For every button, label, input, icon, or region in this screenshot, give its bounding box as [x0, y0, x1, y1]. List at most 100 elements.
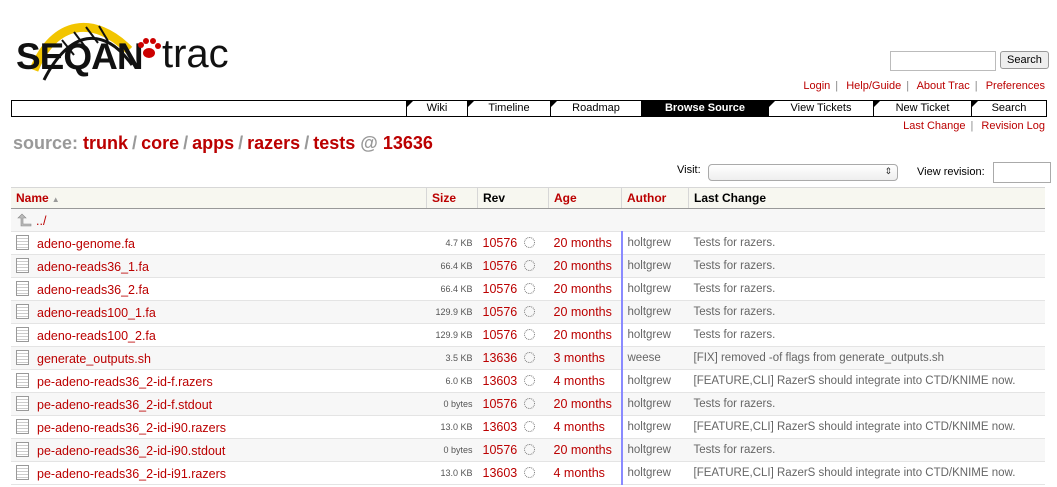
view-changeset-icon[interactable] [524, 421, 536, 432]
nav-timeline[interactable]: Timeline [467, 101, 550, 116]
view-changeset-icon[interactable] [524, 260, 536, 271]
view-changeset-icon[interactable] [524, 444, 536, 455]
file-link[interactable]: adeno-reads36_1.fa [37, 260, 149, 274]
revision-link[interactable]: 10576 [483, 397, 518, 411]
author-cell: holtgrew [621, 392, 689, 416]
file-link[interactable]: pe-adeno-reads36_2-id-i90.stdout [37, 444, 225, 458]
revision-link[interactable]: 10576 [483, 236, 518, 250]
size-cell: 129.9 KB [426, 323, 478, 347]
name-cell: adeno-reads100_2.fa [11, 323, 427, 347]
file-link[interactable]: adeno-genome.fa [37, 237, 135, 251]
help-guide-link[interactable]: Help/Guide [846, 80, 901, 92]
age-cell: 4 months [548, 415, 623, 439]
view-changeset-icon[interactable] [524, 352, 536, 363]
header-name[interactable]: Name ▲ [11, 187, 427, 209]
revision-link[interactable]: 13603 [483, 466, 518, 480]
path-segment-trunk[interactable]: trunk [83, 133, 128, 153]
table-row: pe-adeno-reads36_2-id-i90.stdout 0 bytes 1… [11, 438, 1045, 462]
revision-link[interactable]: 13636 [483, 351, 518, 365]
age-cell: 3 months [548, 346, 623, 370]
age-link[interactable]: 20 months [554, 443, 612, 457]
path-at-sign: @ [360, 133, 378, 153]
file-link[interactable]: pe-adeno-reads36_2-id-i90.razers [37, 421, 226, 435]
preferences-link[interactable]: Preferences [986, 80, 1045, 92]
age-link[interactable]: 20 months [554, 305, 612, 319]
age-link[interactable]: 20 months [554, 397, 612, 411]
path-segment-apps[interactable]: apps [192, 133, 234, 153]
header-last-change[interactable]: Last Change [688, 187, 1045, 209]
file-link[interactable]: adeno-reads100_2.fa [37, 329, 156, 343]
view-changeset-icon[interactable] [524, 237, 536, 248]
nav-roadmap[interactable]: Roadmap [550, 101, 641, 116]
view-revision-label: View revision: [917, 166, 985, 178]
view-changeset-icon[interactable] [524, 467, 536, 478]
age-link[interactable]: 20 months [554, 282, 612, 296]
login-link[interactable]: Login [803, 80, 830, 92]
age-link[interactable]: 4 months [554, 374, 605, 388]
author-cell: holtgrew [621, 277, 689, 301]
age-link[interactable]: 20 months [554, 328, 612, 342]
revision-link[interactable]: 10576 [483, 443, 518, 457]
age-link[interactable]: 4 months [554, 420, 605, 434]
header-rev[interactable]: Rev [477, 187, 549, 209]
nav-new-ticket[interactable]: New Ticket [873, 101, 971, 116]
view-changeset-icon[interactable] [524, 329, 536, 340]
file-link[interactable]: pe-adeno-reads36_2-id-f.razers [37, 375, 213, 389]
file-icon [16, 304, 29, 319]
nav-view-tickets[interactable]: View Tickets [768, 101, 873, 116]
revision-link[interactable]: 10576 [483, 328, 518, 342]
revision-link[interactable]: 13603 [483, 374, 518, 388]
view-changeset-icon[interactable] [524, 375, 536, 386]
parent-directory-row[interactable]: ../ [11, 208, 1045, 232]
nav-search[interactable]: Search [971, 101, 1046, 116]
file-link[interactable]: pe-adeno-reads36_2-id-f.stdout [37, 398, 212, 412]
about-trac-link[interactable]: About Trac [917, 80, 970, 92]
revision-log-link[interactable]: Revision Log [981, 120, 1045, 132]
nav-wiki[interactable]: Wiki [406, 101, 467, 116]
view-revision-input[interactable] [993, 162, 1051, 183]
age-link[interactable]: 3 months [554, 351, 605, 365]
visit-select[interactable]: ⇕ [708, 164, 898, 181]
seqan-trac-logo[interactable]: SEQAN trac [14, 10, 244, 85]
nav-browse-source[interactable]: Browse Source [641, 101, 768, 116]
age-cell: 4 months [548, 461, 623, 485]
last-change-cell: Tests for razers. [688, 300, 1045, 324]
header-author[interactable]: Author [621, 187, 689, 209]
path-segment-razers[interactable]: razers [247, 133, 300, 153]
age-link[interactable]: 4 months [554, 466, 605, 480]
path-prefix: source: [13, 133, 79, 153]
revision-link[interactable]: 10576 [483, 305, 518, 319]
view-changeset-icon[interactable] [524, 306, 536, 317]
age-link[interactable]: 20 months [554, 236, 612, 250]
file-link[interactable]: pe-adeno-reads36_2-id-i91.razers [37, 467, 226, 481]
revision-link[interactable]: 10576 [483, 259, 518, 273]
file-icon [16, 442, 29, 457]
revision-link[interactable]: 10576 [483, 282, 518, 296]
revision-link[interactable]: 13603 [483, 420, 518, 434]
file-icon [16, 281, 29, 296]
age-link[interactable]: 20 months [554, 259, 612, 273]
table-row: generate_outputs.sh 3.5 KB 13636 3 months we… [11, 346, 1045, 370]
age-cell: 20 months [548, 323, 623, 347]
file-icon [16, 396, 29, 411]
parent-directory-icon [17, 213, 32, 226]
author-cell: holtgrew [621, 369, 689, 393]
age-cell: 20 months [548, 231, 623, 255]
path-segment-tests[interactable]: tests [313, 133, 355, 153]
path-revision[interactable]: 13636 [383, 133, 433, 153]
size-cell: 0 bytes [426, 392, 478, 416]
file-link[interactable]: adeno-reads100_1.fa [37, 306, 156, 320]
parent-directory-link[interactable]: ../ [36, 214, 46, 228]
header-age[interactable]: Age [548, 187, 622, 209]
file-link[interactable]: generate_outputs.sh [37, 352, 151, 366]
header-size[interactable]: Size [426, 187, 478, 209]
file-link[interactable]: adeno-reads36_2.fa [37, 283, 149, 297]
search-input[interactable] [890, 51, 996, 71]
file-icon [16, 327, 29, 342]
last-change-link[interactable]: Last Change [903, 120, 965, 132]
last-change-cell: [FIX] removed -of flags from generate_ou… [688, 346, 1045, 370]
view-changeset-icon[interactable] [524, 398, 536, 409]
path-segment-core[interactable]: core [141, 133, 179, 153]
view-changeset-icon[interactable] [524, 283, 536, 294]
search-button[interactable]: Search [1000, 51, 1049, 69]
